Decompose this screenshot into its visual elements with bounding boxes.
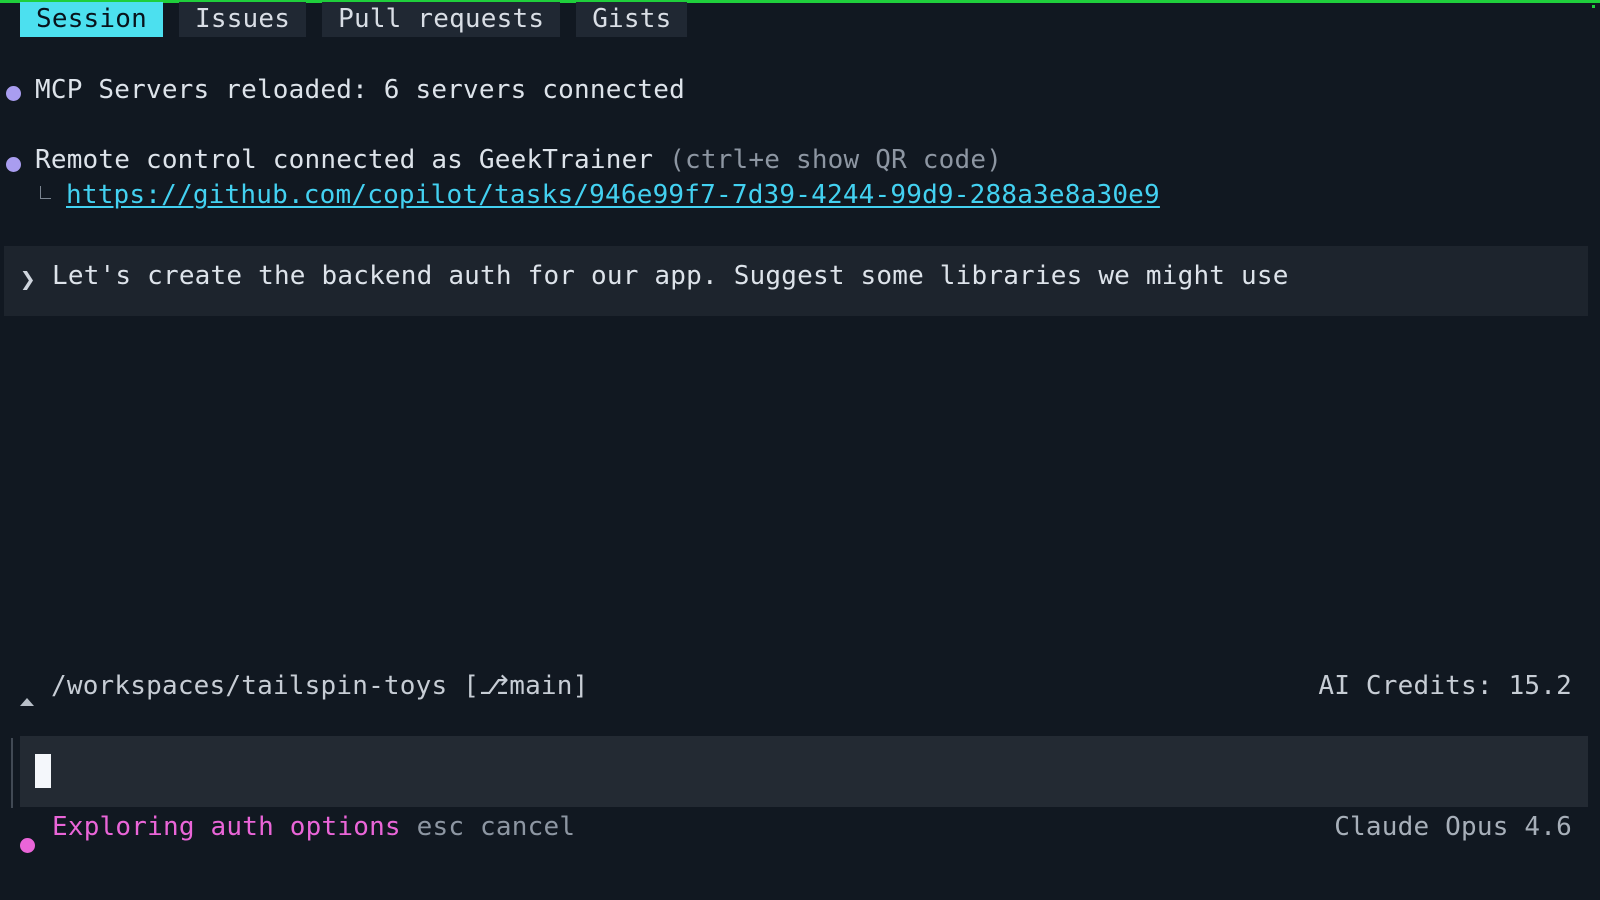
mcp-status-bullet-icon bbox=[6, 86, 21, 101]
branch-icon bbox=[20, 698, 34, 706]
chat-input[interactable] bbox=[20, 736, 1588, 807]
tab-gists[interactable]: Gists bbox=[576, 2, 688, 37]
input-focus-edge bbox=[11, 738, 13, 808]
cancel-hint[interactable]: esc cancel bbox=[417, 812, 576, 842]
chevron-right-icon: ❯ bbox=[20, 265, 36, 295]
remote-status-bullet-icon bbox=[6, 157, 21, 172]
text-cursor-icon bbox=[35, 754, 51, 788]
model-selector[interactable]: Claude Opus 4.6 bbox=[1334, 812, 1572, 842]
tab-bar: Session Issues Pull requests Gists bbox=[20, 2, 688, 37]
tab-session[interactable]: Session bbox=[20, 2, 163, 37]
remote-control-message: Remote control connected as GeekTrainer … bbox=[35, 145, 1002, 175]
tab-pull-requests[interactable]: Pull requests bbox=[322, 2, 561, 37]
workspace-path-text: /workspaces/tailspin-toys bbox=[51, 671, 448, 701]
workspace-path: /workspaces/tailspin-toys [⎇main] bbox=[51, 671, 588, 701]
tree-connector-icon bbox=[40, 186, 51, 199]
qr-shortcut-hint: (ctrl+e show QR code) bbox=[669, 145, 1003, 175]
activity-text: Exploring auth options bbox=[52, 812, 401, 842]
git-branch-label: [⎇main] bbox=[463, 671, 589, 701]
remote-task-link[interactable]: https://github.com/copilot/tasks/946e99f… bbox=[66, 180, 1160, 210]
tab-issues[interactable]: Issues bbox=[178, 2, 307, 37]
window-corner-indicator bbox=[1592, 5, 1595, 8]
submitted-prompt-text: Let's create the backend auth for our ap… bbox=[52, 261, 1289, 291]
ai-credits-counter: AI Credits: 15.2 bbox=[1318, 671, 1572, 701]
activity-status: Exploring auth options esc cancel bbox=[52, 812, 575, 842]
mcp-reload-message: MCP Servers reloaded: 6 servers connecte… bbox=[35, 75, 685, 105]
remote-control-text: Remote control connected as GeekTrainer bbox=[35, 145, 654, 175]
activity-bullet-icon bbox=[20, 838, 35, 853]
